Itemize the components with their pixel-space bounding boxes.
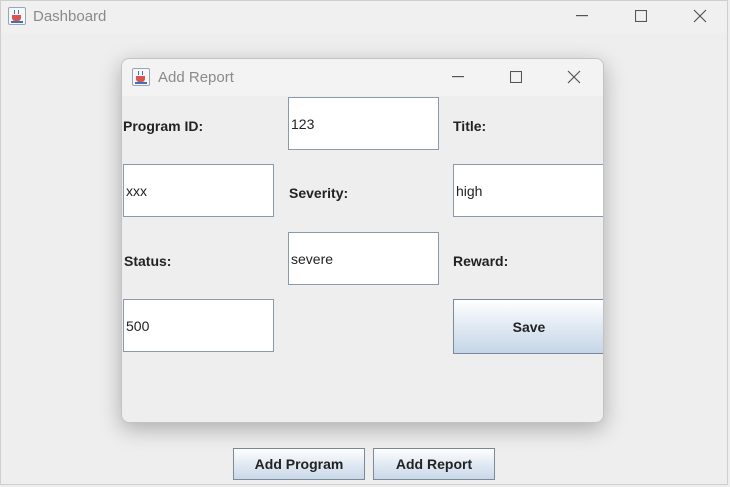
close-icon[interactable] <box>677 1 723 31</box>
title-field[interactable] <box>123 164 274 217</box>
program-id-field[interactable] <box>288 97 439 150</box>
dialog-title: Add Report <box>158 69 234 86</box>
reward-label: Reward: <box>453 253 509 269</box>
window-title: Dashboard <box>33 8 107 25</box>
title-label: Title: <box>453 118 487 134</box>
status-field[interactable] <box>288 232 439 285</box>
save-button[interactable]: Save <box>453 299 603 354</box>
severity-field[interactable] <box>453 164 603 217</box>
java-cup-icon <box>132 68 150 86</box>
maximize-icon[interactable] <box>618 1 664 31</box>
minimize-icon[interactable] <box>559 1 605 31</box>
close-icon[interactable] <box>551 62 597 92</box>
severity-label: Severity: <box>289 185 349 201</box>
program-id-label: Program ID: <box>123 118 204 134</box>
dashboard-titlebar[interactable]: Dashboard <box>1 1 727 33</box>
add-report-dialog: Add Report Program ID: Title: Severity: … <box>121 58 604 423</box>
dialog-titlebar[interactable]: Add Report <box>122 59 603 96</box>
status-label: Status: <box>124 253 172 269</box>
maximize-icon[interactable] <box>493 62 539 92</box>
add-program-button[interactable]: Add Program <box>233 448 365 480</box>
reward-field[interactable] <box>123 299 274 352</box>
minimize-icon[interactable] <box>435 62 481 92</box>
add-report-button[interactable]: Add Report <box>373 448 495 480</box>
java-cup-icon <box>8 7 26 25</box>
